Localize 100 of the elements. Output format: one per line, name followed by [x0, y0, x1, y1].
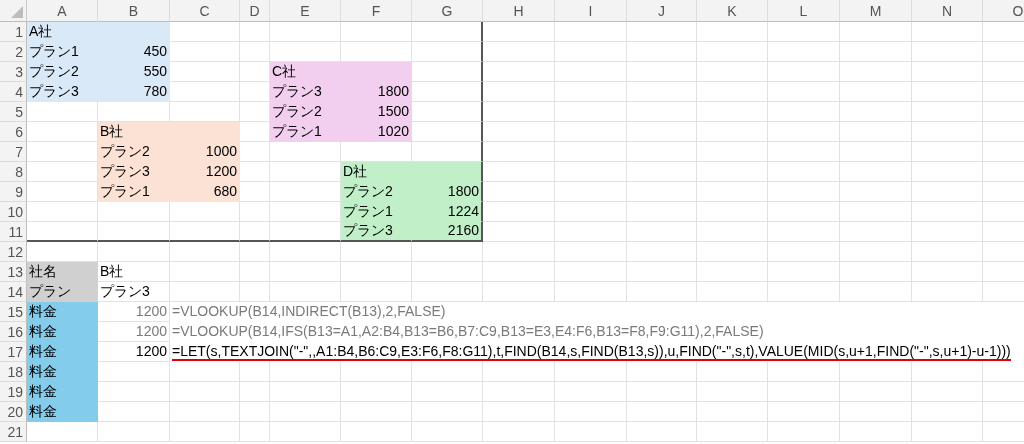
column-header[interactable]: M	[840, 0, 912, 22]
table-cell	[912, 242, 983, 262]
table-cell	[768, 362, 840, 382]
select-all-icon[interactable]	[11, 6, 23, 18]
table-cell: プラン2	[270, 102, 341, 122]
table-cell	[768, 182, 840, 202]
table-cell	[240, 262, 270, 282]
table-cell	[240, 122, 270, 142]
table-cell	[270, 142, 341, 162]
table-cell	[840, 102, 912, 122]
table-cell	[912, 102, 983, 122]
table-cell	[170, 422, 240, 442]
table-cell	[240, 82, 270, 102]
table-cell	[840, 422, 912, 442]
table-cell	[627, 22, 697, 42]
table-cell: プラン1	[341, 202, 412, 222]
row-header[interactable]: 15	[0, 302, 27, 322]
table-cell	[912, 222, 983, 242]
table-cell	[555, 382, 627, 402]
row-header[interactable]: 6	[0, 122, 27, 142]
column-header[interactable]: C	[170, 0, 240, 22]
row-header[interactable]: 16	[0, 322, 27, 342]
row-header[interactable]: 20	[0, 402, 27, 422]
table-cell	[412, 402, 483, 422]
column-header[interactable]: L	[768, 0, 840, 22]
table-cell	[341, 42, 412, 62]
row-header[interactable]: 18	[0, 362, 27, 382]
table-cell: 1200	[170, 162, 240, 182]
table-cell	[697, 202, 768, 222]
table-cell: 2160	[412, 222, 483, 242]
table-cell	[270, 202, 341, 222]
table-cell	[240, 162, 270, 182]
column-header[interactable]: J	[627, 0, 697, 22]
row-header[interactable]: 11	[0, 222, 27, 242]
table-cell	[697, 422, 768, 442]
table-cell: C社	[270, 62, 341, 82]
table-cell	[98, 202, 170, 222]
column-header[interactable]: F	[341, 0, 412, 22]
row-header[interactable]: 19	[0, 382, 27, 402]
row-header[interactable]: 14	[0, 282, 27, 302]
table-cell	[768, 202, 840, 222]
column-header[interactable]: H	[483, 0, 555, 22]
row-header[interactable]: 13	[0, 262, 27, 282]
table-cell	[697, 102, 768, 122]
table-cell: プラン1	[98, 182, 170, 202]
row-header[interactable]: 9	[0, 182, 27, 202]
row-header[interactable]: 17	[0, 342, 27, 362]
row-header[interactable]: 1	[0, 22, 27, 42]
column-header[interactable]: D	[240, 0, 270, 22]
column-header[interactable]: I	[555, 0, 627, 22]
table-cell	[170, 22, 240, 42]
row-header[interactable]: 5	[0, 102, 27, 122]
table-cell	[270, 422, 341, 442]
table-cell	[912, 282, 983, 302]
row-header[interactable]: 4	[0, 82, 27, 102]
table-cell	[98, 242, 170, 262]
table-cell	[840, 362, 912, 382]
table-cell	[270, 282, 341, 302]
column-header[interactable]: E	[270, 0, 341, 22]
table-cell	[627, 102, 697, 122]
table-cell	[840, 242, 912, 262]
table-cell	[98, 422, 170, 442]
table-cell: プラン3	[270, 82, 341, 102]
table-cell	[697, 162, 768, 182]
table-cell	[840, 282, 912, 302]
table-cell	[483, 262, 555, 282]
table-cell	[483, 102, 555, 122]
table-cell	[240, 102, 270, 122]
column-header[interactable]: O	[983, 0, 1024, 22]
table-cell: プラン3	[98, 282, 170, 302]
row-header[interactable]: 10	[0, 202, 27, 222]
table-cell	[840, 22, 912, 42]
table-cell	[768, 42, 840, 62]
row-header[interactable]: 7	[0, 142, 27, 162]
row-header[interactable]: 3	[0, 62, 27, 82]
table-cell	[768, 282, 840, 302]
table-cell	[555, 102, 627, 122]
row-header[interactable]: 2	[0, 42, 27, 62]
table-cell	[768, 142, 840, 162]
table-cell	[341, 382, 412, 402]
table-cell	[240, 182, 270, 202]
table-cell: 1200	[98, 302, 170, 322]
row-header[interactable]: 21	[0, 422, 27, 442]
column-header[interactable]: A	[27, 0, 98, 22]
table-cell	[341, 282, 412, 302]
table-cell	[627, 142, 697, 162]
column-header[interactable]: G	[412, 0, 483, 22]
table-cell	[270, 182, 341, 202]
table-cell	[768, 402, 840, 422]
table-cell	[627, 262, 697, 282]
table-cell	[627, 82, 697, 102]
table-cell	[98, 102, 170, 122]
row-header[interactable]: 12	[0, 242, 27, 262]
column-header[interactable]: K	[697, 0, 768, 22]
column-header[interactable]: B	[98, 0, 170, 22]
row-header[interactable]: 8	[0, 162, 27, 182]
column-header[interactable]: N	[912, 0, 983, 22]
table-cell	[483, 362, 555, 382]
table-cell	[170, 82, 240, 102]
table-cell: プラン3	[98, 162, 170, 182]
